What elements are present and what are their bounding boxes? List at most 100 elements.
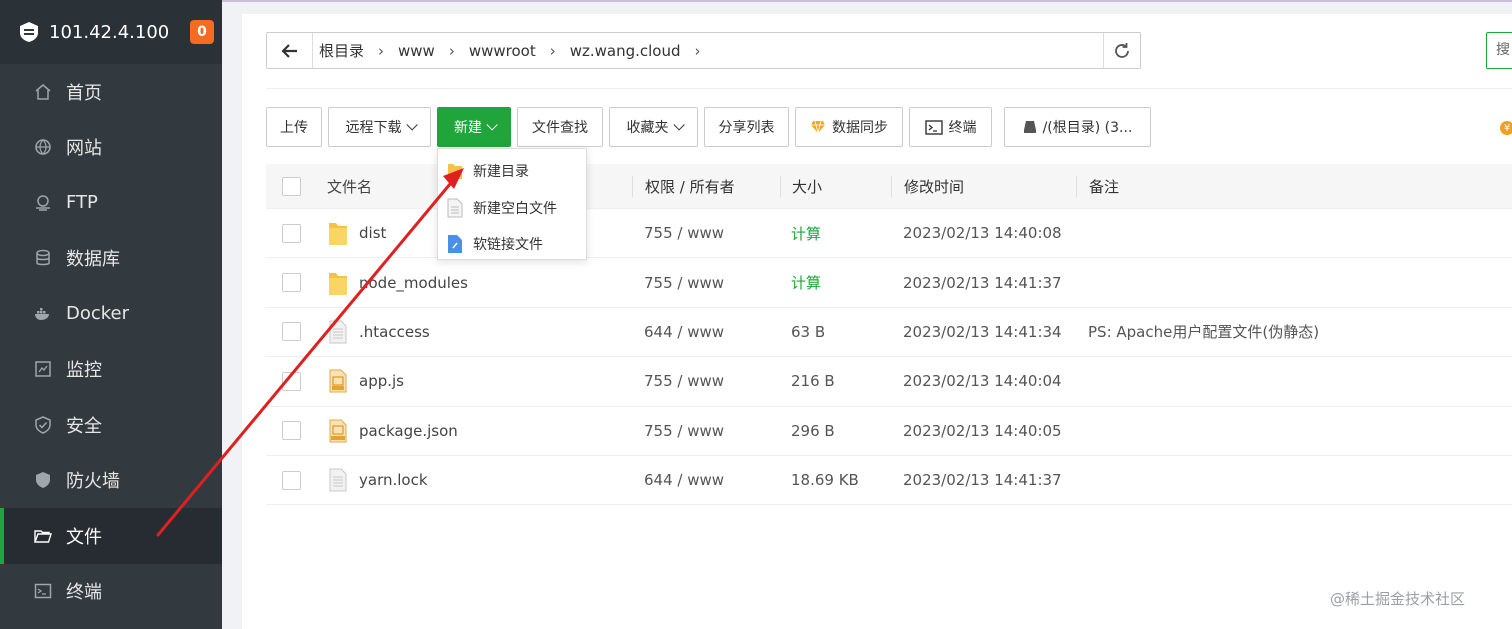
file-perm[interactable]: 644 / www — [632, 471, 780, 489]
file-size: 18.69 KB — [791, 471, 859, 490]
path-bar: 根目录 › www › wwwroot › wz.wang.cloud › — [266, 32, 1141, 69]
data-sync-label: 数据同步 — [832, 120, 888, 136]
sidebar-item-firewall[interactable]: 防火墙 — [0, 453, 222, 509]
row-checkbox[interactable] — [282, 273, 301, 293]
menu-item-symlink[interactable]: 软链接文件 — [438, 226, 586, 263]
sidebar-item-monitor[interactable]: 监控 — [0, 342, 222, 398]
file-size[interactable]: 计算 — [780, 223, 891, 244]
sidebar-item-security[interactable]: 安全 — [0, 397, 222, 453]
remote-download-button[interactable]: 远程下载 — [328, 107, 431, 147]
file-search-label: 文件查找 — [532, 120, 588, 136]
chevron-right-icon: › — [448, 41, 455, 60]
terminal-label: 终端 — [948, 120, 977, 136]
search-input[interactable]: 搜 — [1486, 32, 1512, 69]
notification-badge[interactable]: 0 — [190, 20, 214, 44]
file-name[interactable]: yarn.lock — [359, 471, 428, 489]
folder-icon — [446, 161, 464, 181]
sidebar-item-database[interactable]: 数据库 — [0, 231, 222, 287]
file-perm[interactable]: 644 / www — [632, 323, 780, 341]
row-checkbox[interactable] — [282, 470, 301, 490]
select-all-checkbox[interactable] — [282, 176, 301, 196]
table-row[interactable]: .htaccess 644 / www 63 B 2023/02/13 14:4… — [266, 308, 1512, 358]
header-mtime[interactable]: 修改时间 — [891, 175, 1076, 197]
file-perm[interactable]: 755 / www — [632, 422, 780, 440]
table-row[interactable]: app.js 755 / www 216 B 2023/02/13 14:40:… — [266, 357, 1512, 407]
coin-icon[interactable]: ¥ — [1500, 121, 1512, 135]
watermark: @稀土掘金技术社区 — [1330, 590, 1466, 608]
file-name[interactable]: app.js — [359, 372, 404, 390]
file-mtime: 2023/02/13 14:41:37 — [903, 471, 1062, 490]
folder-open-icon — [33, 526, 53, 546]
top-border — [222, 0, 1512, 2]
file-mtime: 2023/02/13 14:40:05 — [903, 421, 1062, 440]
file-size[interactable]: 计算 — [780, 272, 891, 293]
header-perm[interactable]: 权限 / 所有者 — [632, 175, 780, 197]
sidebar-item-home[interactable]: 首页 — [0, 64, 222, 120]
sidebar-item-label: 监控 — [66, 360, 102, 382]
share-list-button[interactable]: 分享列表 — [704, 107, 789, 147]
disk-label: /(根目录) (3... — [1042, 120, 1133, 136]
breadcrumb-wwwroot[interactable]: wwwroot — [469, 42, 536, 60]
breadcrumb-site[interactable]: wz.wang.cloud — [570, 42, 681, 60]
breadcrumb-www[interactable]: www — [398, 42, 435, 60]
disk-icon — [1023, 120, 1037, 134]
file-name[interactable]: node_modules — [359, 274, 468, 292]
sidebar-item-label: 首页 — [66, 82, 102, 104]
file-icon — [327, 467, 349, 493]
menu-item-new-file[interactable]: 新建空白文件 — [438, 190, 586, 227]
file-mtime: 2023/02/13 14:40:08 — [903, 224, 1062, 243]
row-checkbox[interactable] — [282, 421, 301, 441]
sidebar-item-label: 网站 — [66, 138, 102, 160]
breadcrumb-root[interactable]: 根目录 — [319, 40, 364, 61]
file-perm[interactable]: 755 / www — [632, 372, 780, 390]
upload-label: 上传 — [280, 120, 308, 136]
menu-item-new-folder[interactable]: 新建目录 — [438, 153, 586, 190]
new-button[interactable]: 新建 — [437, 107, 511, 147]
menu-item-label: 软链接文件 — [473, 237, 543, 254]
terminal-button[interactable]: 终端 — [909, 107, 992, 147]
docker-icon — [33, 304, 53, 324]
link-file-icon — [446, 234, 464, 254]
sidebar-item-label: 防火墙 — [66, 471, 120, 493]
sidebar-item-files[interactable]: 文件 — [0, 508, 222, 564]
data-sync-button[interactable]: 数据同步 — [795, 107, 903, 147]
file-perm[interactable]: 755 / www — [632, 274, 780, 292]
table-row[interactable]: yarn.lock 644 / www 18.69 KB 2023/02/13 … — [266, 456, 1512, 506]
header-size[interactable]: 大小 — [780, 175, 891, 197]
sidebar-item-docker[interactable]: Docker — [0, 286, 222, 342]
refresh-button[interactable] — [1103, 33, 1140, 68]
file-name[interactable]: dist — [359, 224, 386, 242]
sidebar-item-terminal[interactable]: 终端 — [0, 564, 222, 620]
file-perm[interactable]: 755 / www — [632, 224, 780, 242]
row-checkbox[interactable] — [282, 322, 301, 342]
file-note[interactable]: PS: Apache用户配置文件(伪静态) — [1076, 321, 1512, 342]
folder-icon — [327, 220, 349, 246]
upload-button[interactable]: 上传 — [266, 107, 322, 147]
back-button[interactable] — [267, 33, 313, 68]
sidebar-item-label: Docker — [66, 303, 130, 325]
shield-check-icon — [33, 415, 53, 435]
row-checkbox[interactable] — [282, 371, 301, 391]
table-row[interactable]: node_modules 755 / www 计算 2023/02/13 14:… — [266, 258, 1512, 308]
sidebar-item-label: 文件 — [66, 526, 102, 548]
table-row[interactable]: package.json 755 / www 296 B 2023/02/13 … — [266, 407, 1512, 456]
database-icon — [33, 248, 53, 268]
server-ip[interactable]: 101.42.4.100 — [49, 22, 190, 43]
sidebar-item-ftp[interactable]: FTP — [0, 175, 222, 231]
toolbar: 上传 远程下载 新建 文件查找 收藏夹 分享列表 数据同步 终端 /(根目录) … — [266, 107, 1157, 147]
sidebar-item-website[interactable]: 网站 — [0, 120, 222, 176]
row-checkbox[interactable] — [282, 223, 301, 243]
new-dropdown-menu: 新建目录 新建空白文件 软链接文件 — [437, 148, 587, 260]
firewall-icon — [33, 470, 53, 490]
chevron-right-icon: › — [694, 41, 701, 60]
favorites-button[interactable]: 收藏夹 — [609, 107, 698, 147]
server-logo-icon — [20, 22, 38, 42]
chevron-down-icon — [672, 119, 685, 131]
file-size: 63 B — [791, 322, 826, 341]
ftp-icon — [33, 193, 53, 213]
file-search-button[interactable]: 文件查找 — [517, 107, 603, 147]
json-file-icon — [327, 418, 349, 444]
disk-button[interactable]: /(根目录) (3... — [1004, 107, 1151, 147]
file-name[interactable]: .htaccess — [359, 323, 430, 341]
file-name[interactable]: package.json — [359, 422, 458, 440]
